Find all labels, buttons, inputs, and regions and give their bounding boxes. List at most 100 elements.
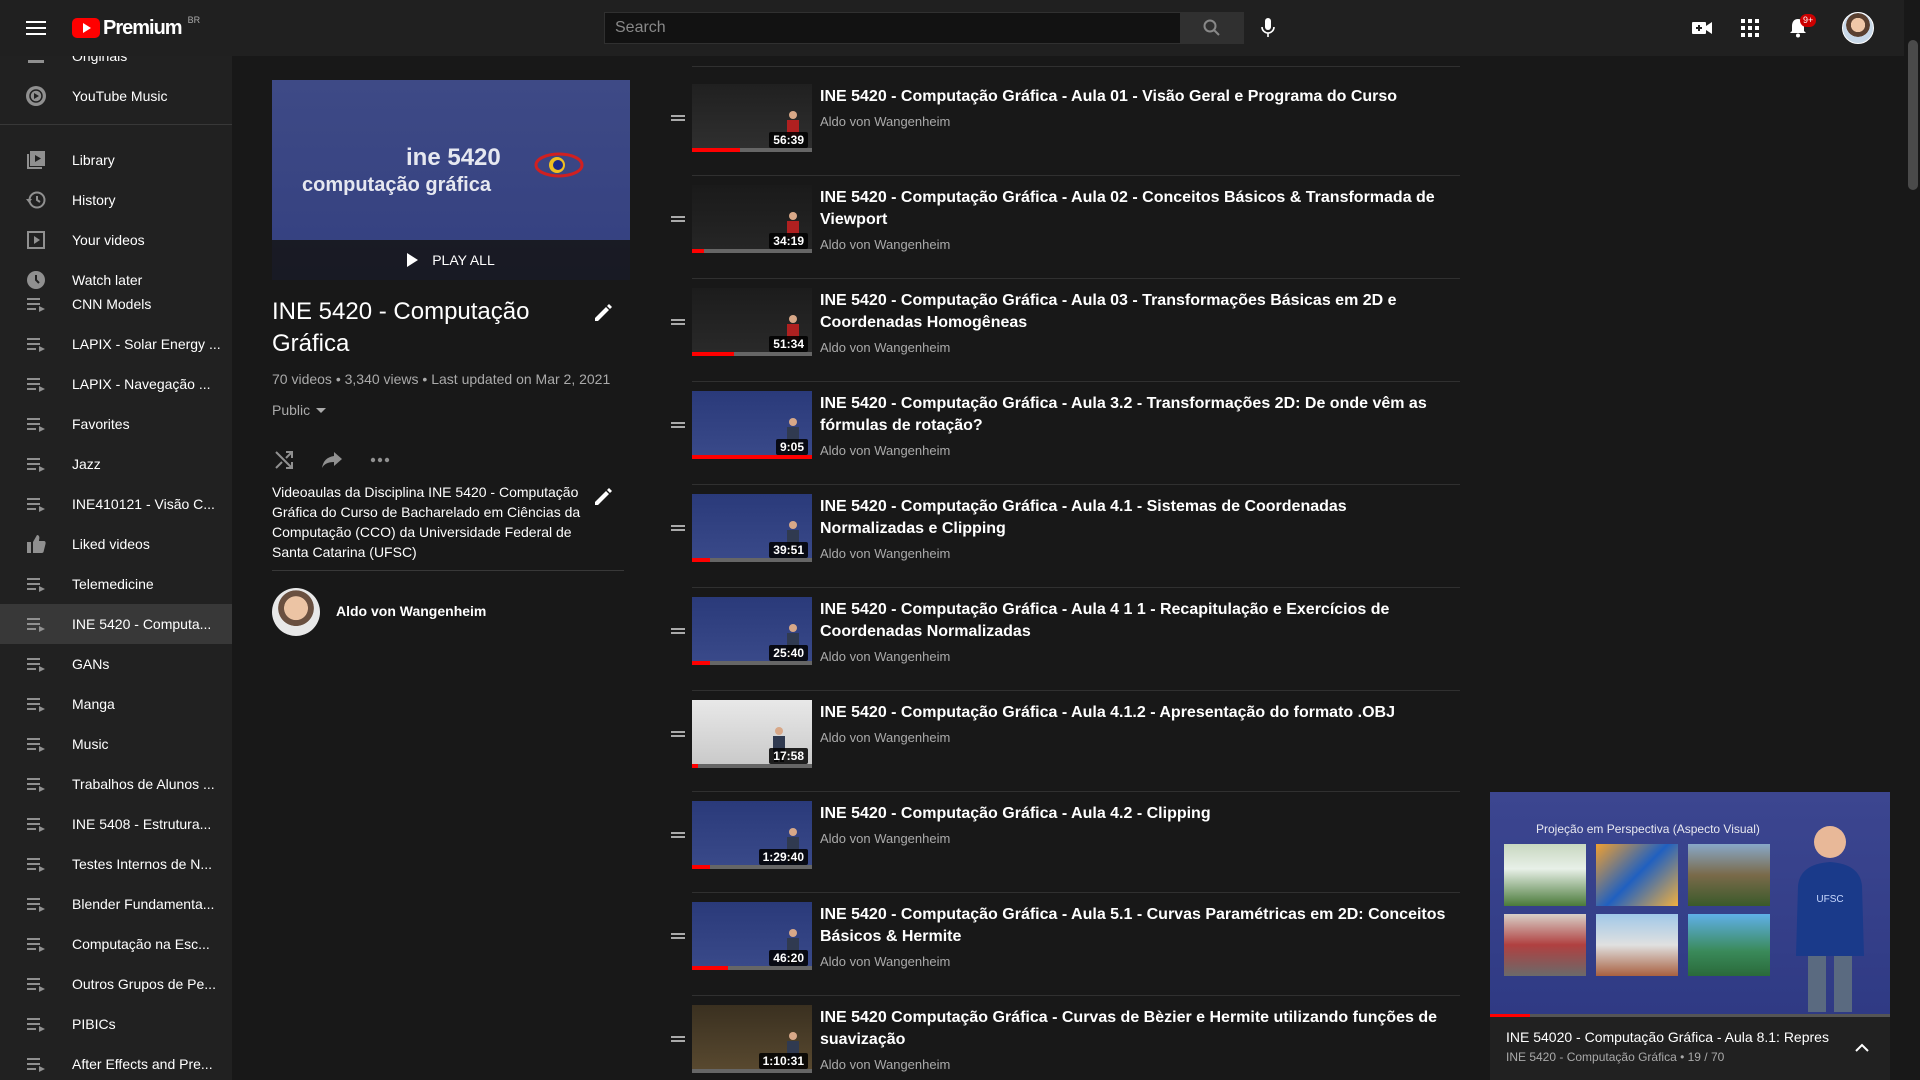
video-channel[interactable]: Aldo von Wangenheim	[820, 443, 950, 458]
sidebar-item-history[interactable]: History	[0, 180, 232, 220]
owner-name[interactable]: Aldo von Wangenheim	[336, 603, 486, 619]
sidebar-item-music[interactable]: Music	[0, 724, 232, 764]
video-channel[interactable]: Aldo von Wangenheim	[820, 954, 950, 969]
sidebar-item-lapix-solar-energy[interactable]: LAPIX - Solar Energy ...	[0, 324, 232, 364]
sidebar-item-library[interactable]: Library	[0, 140, 232, 180]
sidebar-item-youtube-music[interactable]: YouTube Music	[0, 76, 232, 116]
account-avatar[interactable]	[1842, 12, 1874, 44]
video-row[interactable]: 1:29:40 INE 5420 - Computação Gráfica - A…	[658, 801, 1460, 903]
video-row[interactable]: 39:51 INE 5420 - Computação Gráfica - Aul…	[658, 494, 1460, 596]
video-row[interactable]: 17:58 INE 5420 - Computação Gráfica - Aul…	[658, 700, 1460, 802]
create-video-button[interactable]	[1686, 12, 1718, 44]
youtube-premium-logo[interactable]: Premium BR	[72, 15, 200, 40]
drag-handle-icon[interactable]	[666, 823, 690, 847]
sidebar-item-liked-videos[interactable]: Liked videos	[0, 524, 232, 564]
notifications-button[interactable]: 9+	[1782, 12, 1817, 44]
drag-handle-icon[interactable]	[666, 516, 690, 540]
video-thumbnail[interactable]: 56:39	[692, 84, 812, 152]
shuffle-button[interactable]	[264, 440, 304, 480]
sidebar-item-ine410121-vis-o-c[interactable]: INE410121 - Visão C...	[0, 484, 232, 524]
video-thumbnail[interactable]: 39:51	[692, 494, 812, 562]
video-title[interactable]: INE 5420 - Computação Gráfica - Aula 02 …	[820, 187, 1450, 231]
play-all-button[interactable]: PLAY ALL	[272, 240, 630, 280]
video-thumbnail[interactable]: 51:34	[692, 288, 812, 356]
owner-avatar[interactable]	[272, 588, 320, 636]
video-title[interactable]: INE 5420 - Computação Gráfica - Aula 4.1…	[820, 496, 1450, 540]
drag-handle-icon[interactable]	[666, 722, 690, 746]
miniplayer-video[interactable]: Projeção em Perspectiva (Aspecto Visual)…	[1490, 792, 1890, 1017]
drag-handle-icon[interactable]	[666, 1027, 690, 1051]
sidebar-item-favorites[interactable]: Favorites	[0, 404, 232, 444]
video-channel[interactable]: Aldo von Wangenheim	[820, 546, 950, 561]
video-title[interactable]: INE 5420 Computação Gráfica - Curvas de …	[820, 1007, 1450, 1051]
video-title[interactable]: INE 5420 - Computação Gráfica - Aula 01 …	[820, 86, 1450, 108]
sidebar-item-computa-o-na-esc[interactable]: Computação na Esc...	[0, 924, 232, 964]
apps-button[interactable]	[1734, 12, 1766, 44]
sidebar-scrollbar[interactable]	[232, 56, 240, 1080]
video-thumbnail[interactable]: 46:20	[692, 902, 812, 970]
miniplayer-progress-bar[interactable]	[1490, 1014, 1890, 1017]
video-thumbnail[interactable]: 1:10:31	[692, 1005, 812, 1073]
sidebar-item-lapix-navega-o[interactable]: LAPIX - Navegação ...	[0, 364, 232, 404]
video-row[interactable]: 51:34 INE 5420 - Computação Gráfica - Aul…	[658, 288, 1460, 390]
sidebar-item-manga[interactable]: Manga	[0, 684, 232, 724]
video-channel[interactable]: Aldo von Wangenheim	[820, 730, 950, 745]
sidebar-item-after-effects-and-pre[interactable]: After Effects and Pre...	[0, 1044, 232, 1080]
hamburger-menu-icon[interactable]	[20, 12, 52, 44]
drag-handle-icon[interactable]	[666, 310, 690, 334]
edit-title-button[interactable]	[592, 302, 616, 326]
video-row[interactable]: 1:10:31 INE 5420 Computação Gráfica - Cur…	[658, 1005, 1460, 1080]
page-scrollbar[interactable]	[1904, 0, 1920, 1080]
miniplayer[interactable]: Projeção em Perspectiva (Aspecto Visual)…	[1490, 792, 1890, 1080]
video-channel[interactable]: Aldo von Wangenheim	[820, 831, 950, 846]
more-actions-button[interactable]	[360, 440, 400, 480]
video-thumbnail[interactable]: 1:29:40	[692, 801, 812, 869]
sidebar-item-your-videos[interactable]: Your videos	[0, 220, 232, 260]
sidebar-item-ine-5408-estrutura[interactable]: INE 5408 - Estrutura...	[0, 804, 232, 844]
drag-handle-icon[interactable]	[666, 207, 690, 231]
sidebar-item-blender-fundamenta[interactable]: Blender Fundamenta...	[0, 884, 232, 924]
search-button[interactable]	[1180, 12, 1244, 44]
playlist-thumbnail[interactable]: ine 5420 computação gráfica PLAY ALL	[272, 80, 630, 280]
share-button[interactable]	[312, 440, 352, 480]
sidebar-item-gans[interactable]: GANs	[0, 644, 232, 684]
video-title[interactable]: INE 5420 - Computação Gráfica - Aula 03 …	[820, 290, 1450, 334]
video-channel[interactable]: Aldo von Wangenheim	[820, 649, 950, 664]
video-channel[interactable]: Aldo von Wangenheim	[820, 114, 950, 129]
video-title[interactable]: INE 5420 - Computação Gráfica - Aula 3.2…	[820, 393, 1450, 437]
video-channel[interactable]: Aldo von Wangenheim	[820, 237, 950, 252]
sidebar-item-cnn-models[interactable]: CNN Models	[0, 284, 232, 324]
video-row[interactable]: 25:40 INE 5420 - Computação Gráfica - Aul…	[658, 597, 1460, 699]
video-channel[interactable]: Aldo von Wangenheim	[820, 1057, 950, 1072]
sidebar-item-jazz[interactable]: Jazz	[0, 444, 232, 484]
edit-description-button[interactable]	[592, 486, 616, 510]
video-thumbnail[interactable]: 34:19	[692, 185, 812, 253]
voice-search-button[interactable]	[1252, 12, 1284, 44]
video-title[interactable]: INE 5420 - Computação Gráfica - Aula 5.1…	[820, 904, 1450, 948]
sidebar-item-originals[interactable]: Originals	[0, 56, 232, 76]
sidebar-item-ine-5420-computa[interactable]: INE 5420 - Computa...	[0, 604, 232, 644]
video-row[interactable]: 56:39 INE 5420 - Computação Gráfica - Aul…	[658, 84, 1460, 186]
video-thumbnail[interactable]: 9:05	[692, 391, 812, 459]
sidebar-item-telemedicine[interactable]: Telemedicine	[0, 564, 232, 604]
search-input[interactable]: Search	[604, 12, 1180, 44]
drag-handle-icon[interactable]	[666, 413, 690, 437]
video-channel[interactable]: Aldo von Wangenheim	[820, 340, 950, 355]
drag-handle-icon[interactable]	[666, 619, 690, 643]
expand-queue-button[interactable]	[1850, 1036, 1874, 1060]
video-title[interactable]: INE 5420 - Computação Gráfica - Aula 4 1…	[820, 599, 1450, 643]
video-title[interactable]: INE 5420 - Computação Gráfica - Aula 4.2…	[820, 803, 1450, 825]
video-thumbnail[interactable]: 17:58	[692, 700, 812, 768]
video-row[interactable]: 9:05 INE 5420 - Computação Gráfica - Aula…	[658, 391, 1460, 493]
sidebar-item-trabalhos-de-alunos[interactable]: Trabalhos de Alunos ...	[0, 764, 232, 804]
sidebar-item-pibics[interactable]: PIBICs	[0, 1004, 232, 1044]
drag-handle-icon[interactable]	[666, 106, 690, 130]
drag-handle-icon[interactable]	[666, 924, 690, 948]
privacy-dropdown[interactable]: Public	[272, 402, 327, 418]
video-row[interactable]: 46:20 INE 5420 - Computação Gráfica - Aul…	[658, 902, 1460, 1004]
sidebar-item-outros-grupos-de-pe[interactable]: Outros Grupos de Pe...	[0, 964, 232, 1004]
sidebar-item-testes-internos-de-n[interactable]: Testes Internos de N...	[0, 844, 232, 884]
video-title[interactable]: INE 5420 - Computação Gráfica - Aula 4.1…	[820, 702, 1450, 724]
video-thumbnail[interactable]: 25:40	[692, 597, 812, 665]
scrollbar-thumb[interactable]	[1908, 40, 1918, 190]
